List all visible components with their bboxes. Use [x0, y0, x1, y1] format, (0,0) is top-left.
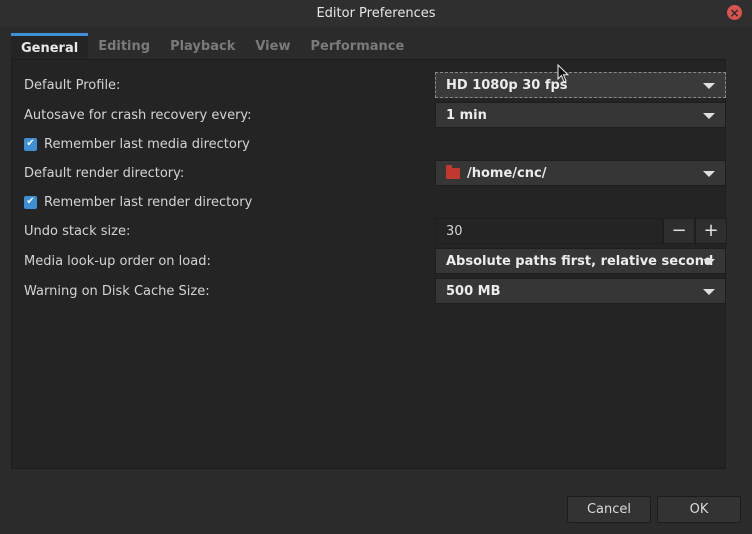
- tab-performance[interactable]: Performance: [300, 33, 414, 59]
- remember-media-dir-label: Remember last media directory: [44, 136, 250, 152]
- undo-stack-value: 30: [446, 223, 463, 239]
- folder-icon: [446, 164, 460, 179]
- checkmark-icon[interactable]: ✔: [24, 195, 37, 209]
- general-settings-panel: Default Profile: HD 1080p 30 fps Autosav…: [11, 59, 727, 469]
- render-dir-label: Default render directory:: [24, 165, 185, 181]
- checkmark-icon[interactable]: ✔: [24, 137, 37, 151]
- render-dir-value: /home/cnc/: [467, 165, 547, 181]
- default-profile-label: Default Profile:: [24, 77, 121, 93]
- default-profile-row: Default Profile:: [24, 72, 120, 98]
- mouse-cursor-icon: [557, 64, 569, 83]
- undo-stack-label: Undo stack size:: [24, 223, 131, 239]
- default-profile-dropdown[interactable]: HD 1080p 30 fps: [435, 72, 726, 98]
- tab-bar: General Editing Playback View Performanc…: [11, 33, 414, 59]
- undo-stack-decrement-button[interactable]: −: [663, 218, 695, 244]
- disk-cache-value: 500 MB: [446, 283, 501, 299]
- disk-cache-row: Warning on Disk Cache Size:: [24, 278, 210, 304]
- autosave-value: 1 min: [446, 107, 487, 123]
- window-title: Editor Preferences: [316, 6, 436, 21]
- chevron-down-icon: [703, 171, 715, 177]
- tab-view[interactable]: View: [245, 33, 300, 59]
- remember-render-dir-checkbox[interactable]: ✔ Remember last render directory: [24, 189, 252, 215]
- plus-icon: +: [703, 220, 719, 241]
- disk-cache-label: Warning on Disk Cache Size:: [24, 283, 210, 299]
- title-bar: Editor Preferences ×: [0, 0, 752, 27]
- default-profile-value: HD 1080p 30 fps: [446, 77, 568, 93]
- undo-stack-row: Undo stack size:: [24, 218, 130, 244]
- chevron-down-icon: [703, 259, 715, 265]
- render-dir-dropdown[interactable]: /home/cnc/: [435, 160, 726, 186]
- tab-playback[interactable]: Playback: [160, 33, 245, 59]
- chevron-down-icon: [703, 113, 715, 119]
- lookup-order-label: Media look-up order on load:: [24, 253, 211, 269]
- tab-general[interactable]: General: [11, 33, 89, 59]
- render-dir-row: Default render directory:: [24, 160, 184, 186]
- close-icon[interactable]: ×: [727, 5, 742, 20]
- chevron-down-icon: [703, 289, 715, 295]
- autosave-label: Autosave for crash recovery every:: [24, 107, 252, 123]
- remember-render-dir-label: Remember last render directory: [44, 194, 253, 210]
- cancel-button[interactable]: Cancel: [567, 496, 651, 523]
- lookup-order-dropdown[interactable]: Absolute paths first, relative second: [435, 248, 726, 274]
- lookup-order-value: Absolute paths first, relative second: [446, 253, 714, 269]
- ok-button[interactable]: OK: [657, 496, 741, 523]
- autosave-row: Autosave for crash recovery every:: [24, 102, 252, 128]
- minus-icon: −: [671, 220, 687, 241]
- undo-stack-input[interactable]: 30: [435, 218, 663, 244]
- remember-media-dir-checkbox[interactable]: ✔ Remember last media directory: [24, 131, 250, 157]
- undo-stack-increment-button[interactable]: +: [695, 218, 727, 244]
- autosave-dropdown[interactable]: 1 min: [435, 102, 726, 128]
- disk-cache-dropdown[interactable]: 500 MB: [435, 278, 726, 304]
- chevron-down-icon: [703, 83, 715, 89]
- lookup-order-row: Media look-up order on load:: [24, 248, 211, 274]
- tab-editing[interactable]: Editing: [88, 33, 160, 59]
